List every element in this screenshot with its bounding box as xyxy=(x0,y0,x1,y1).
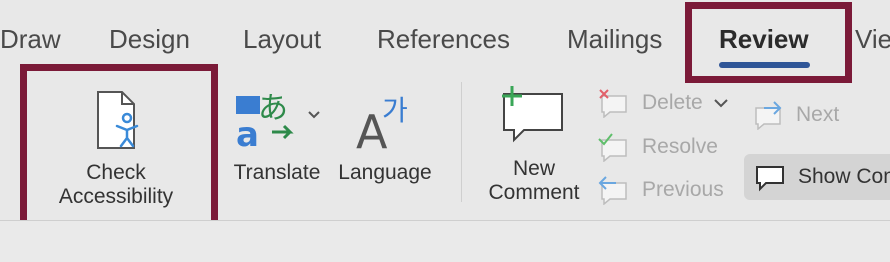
language-button[interactable]: A 가 Language xyxy=(336,88,434,185)
resolve-comment-button[interactable]: Resolve xyxy=(596,132,718,162)
next-label: Next xyxy=(796,103,840,126)
next-comment-button[interactable]: Next xyxy=(750,100,839,130)
group-separator xyxy=(461,82,462,202)
translate-label: Translate xyxy=(233,161,321,184)
new-comment-label-line1: New xyxy=(512,157,555,180)
document-area-strip xyxy=(0,221,890,262)
svg-text:あ: あ xyxy=(258,91,288,126)
new-comment-icon xyxy=(502,86,563,143)
delete-comment-icon xyxy=(599,89,627,118)
show-comments-label: Show Com xyxy=(798,165,890,188)
svg-text:a: a xyxy=(236,115,259,152)
resolve-label: Resolve xyxy=(642,135,718,158)
chevron-down-icon[interactable] xyxy=(711,96,731,110)
svg-text:가: 가 xyxy=(382,94,408,127)
previous-label: Previous xyxy=(642,178,724,201)
tab-layout[interactable]: Layout xyxy=(243,24,321,55)
show-comments-icon xyxy=(756,166,784,192)
tab-design[interactable]: Design xyxy=(109,24,190,55)
tab-draw[interactable]: Draw xyxy=(0,24,61,55)
language-label: Language xyxy=(338,161,432,184)
delete-label: Delete xyxy=(642,91,703,114)
show-comments-button[interactable]: Show Com xyxy=(744,154,890,200)
new-comment-label-line2: Comment xyxy=(488,181,580,204)
tab-view[interactable]: Vie xyxy=(855,24,890,55)
highlight-box-check-accessibility xyxy=(20,64,218,239)
next-comment-icon xyxy=(755,101,782,130)
delete-comment-button[interactable]: Delete xyxy=(596,88,731,118)
highlight-box-review-tab xyxy=(685,2,852,83)
tab-mailings[interactable]: Mailings xyxy=(567,24,662,55)
translate-icon: あ a xyxy=(236,91,320,155)
chevron-down-icon xyxy=(308,111,320,119)
previous-comment-button[interactable]: Previous xyxy=(596,175,724,205)
language-icon: A 가 xyxy=(356,94,408,159)
previous-comment-icon xyxy=(598,176,627,205)
tab-references[interactable]: References xyxy=(377,24,510,55)
new-comment-button[interactable]: New Comment xyxy=(482,82,586,205)
translate-button[interactable]: あ a Translate xyxy=(230,88,324,185)
resolve-comment-icon xyxy=(598,133,627,162)
